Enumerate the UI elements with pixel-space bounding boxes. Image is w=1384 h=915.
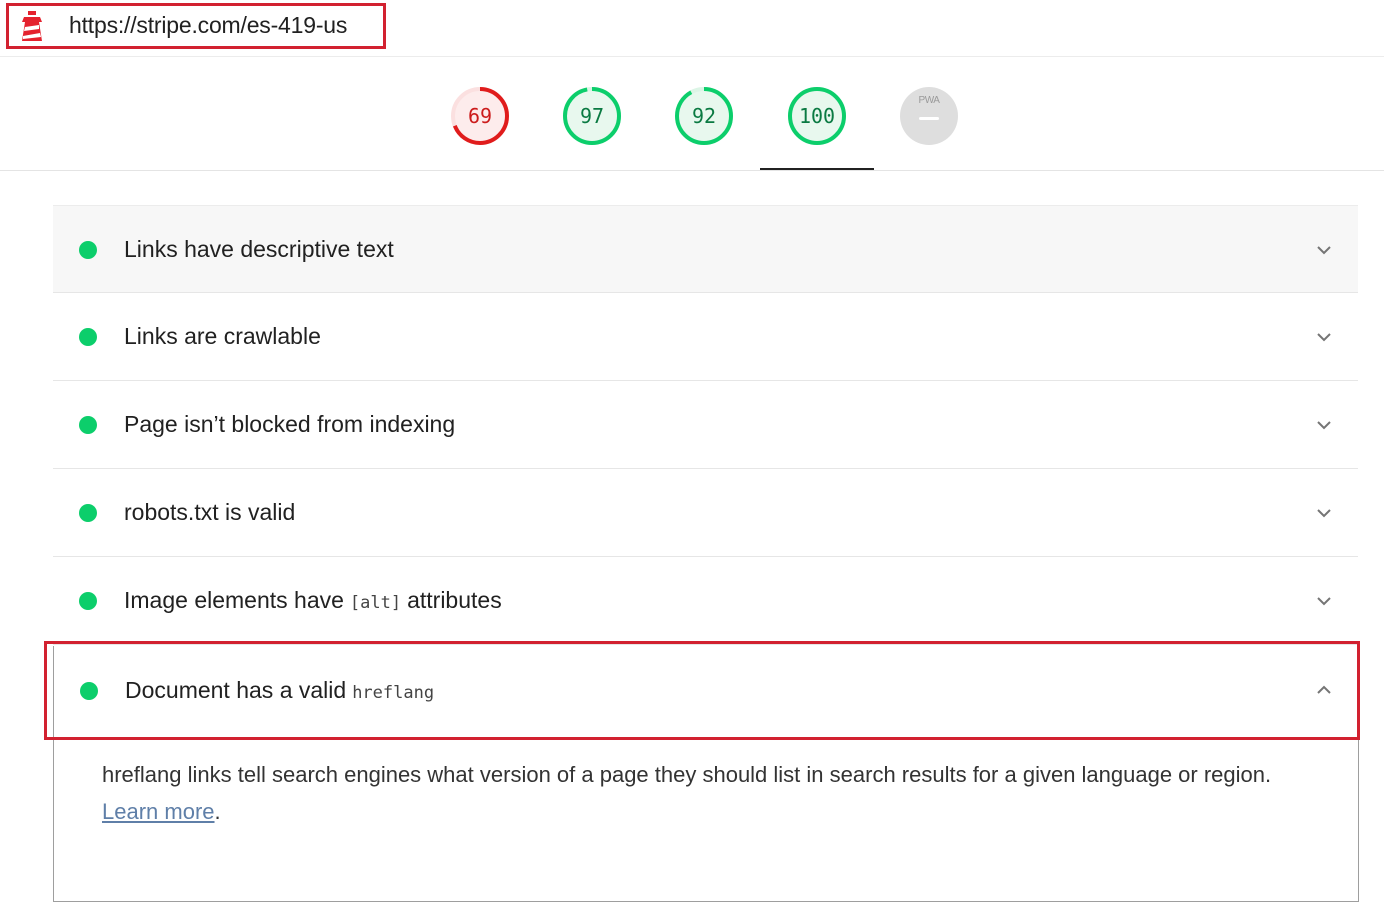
audit-title: Page isn’t blocked from indexing bbox=[124, 411, 456, 437]
scores-header: 69 97 92 100 PWA bbox=[0, 57, 1384, 171]
gauge-seo[interactable]: 100 bbox=[786, 85, 848, 147]
audit-item[interactable]: Page isn’t blocked from indexing bbox=[53, 381, 1358, 469]
gauge-value-seo: 100 bbox=[798, 104, 836, 128]
audit-description: hreflang links tell search engines what … bbox=[102, 756, 1332, 830]
learn-more-link[interactable]: Learn more bbox=[102, 799, 215, 824]
audit-item[interactable]: Image elements have [alt] attributes bbox=[53, 557, 1358, 645]
pwa-label: PWA bbox=[918, 95, 940, 106]
audit-title-text: attributes bbox=[407, 587, 502, 613]
audit-title: robots.txt is valid bbox=[124, 499, 296, 525]
gauge-value-performance: 69 bbox=[467, 104, 493, 128]
gauge-value-accessibility: 97 bbox=[579, 104, 605, 128]
audit-item[interactable]: Links are crawlable bbox=[53, 293, 1358, 381]
description-period: . bbox=[214, 799, 221, 824]
gauge-accessibility[interactable]: 97 bbox=[561, 85, 623, 147]
pass-status-icon bbox=[79, 416, 97, 434]
pwa-dash-icon bbox=[919, 117, 939, 120]
pass-status-icon bbox=[79, 241, 97, 259]
gauge-performance[interactable]: 69 bbox=[449, 85, 511, 147]
chevron-down-icon[interactable] bbox=[1314, 415, 1334, 435]
audit-title: Image elements have [alt] attributes bbox=[124, 587, 502, 614]
audit-title: Links are crawlable bbox=[124, 323, 321, 349]
chevron-down-icon[interactable] bbox=[1314, 503, 1334, 523]
expanded-audit-highlight-box bbox=[44, 641, 1360, 740]
audit-title-code: [alt] bbox=[349, 593, 402, 613]
audit-item[interactable]: Links have descriptive text bbox=[53, 205, 1358, 293]
pass-status-icon bbox=[79, 504, 97, 522]
chevron-down-icon[interactable] bbox=[1314, 591, 1334, 611]
pass-status-icon bbox=[79, 592, 97, 610]
url-highlight-box bbox=[6, 3, 386, 49]
gauge-best-practices[interactable]: 92 bbox=[673, 85, 735, 147]
active-tab-indicator bbox=[760, 168, 874, 170]
chevron-down-icon[interactable] bbox=[1314, 240, 1334, 260]
url-bar: https://stripe.com/es-419-us bbox=[0, 0, 1384, 57]
gauge-value-best-practices: 92 bbox=[691, 104, 717, 128]
audit-title: Links have descriptive text bbox=[124, 236, 394, 262]
chevron-down-icon[interactable] bbox=[1314, 327, 1334, 347]
audit-item[interactable]: robots.txt is valid bbox=[53, 469, 1358, 557]
pass-status-icon bbox=[79, 328, 97, 346]
description-text: hreflang links tell search engines what … bbox=[102, 762, 1272, 787]
audit-title-text: Image elements have bbox=[124, 587, 344, 613]
gauge-pwa[interactable]: PWA bbox=[898, 85, 960, 147]
audit-list: Links have descriptive text Links are cr… bbox=[53, 205, 1358, 645]
